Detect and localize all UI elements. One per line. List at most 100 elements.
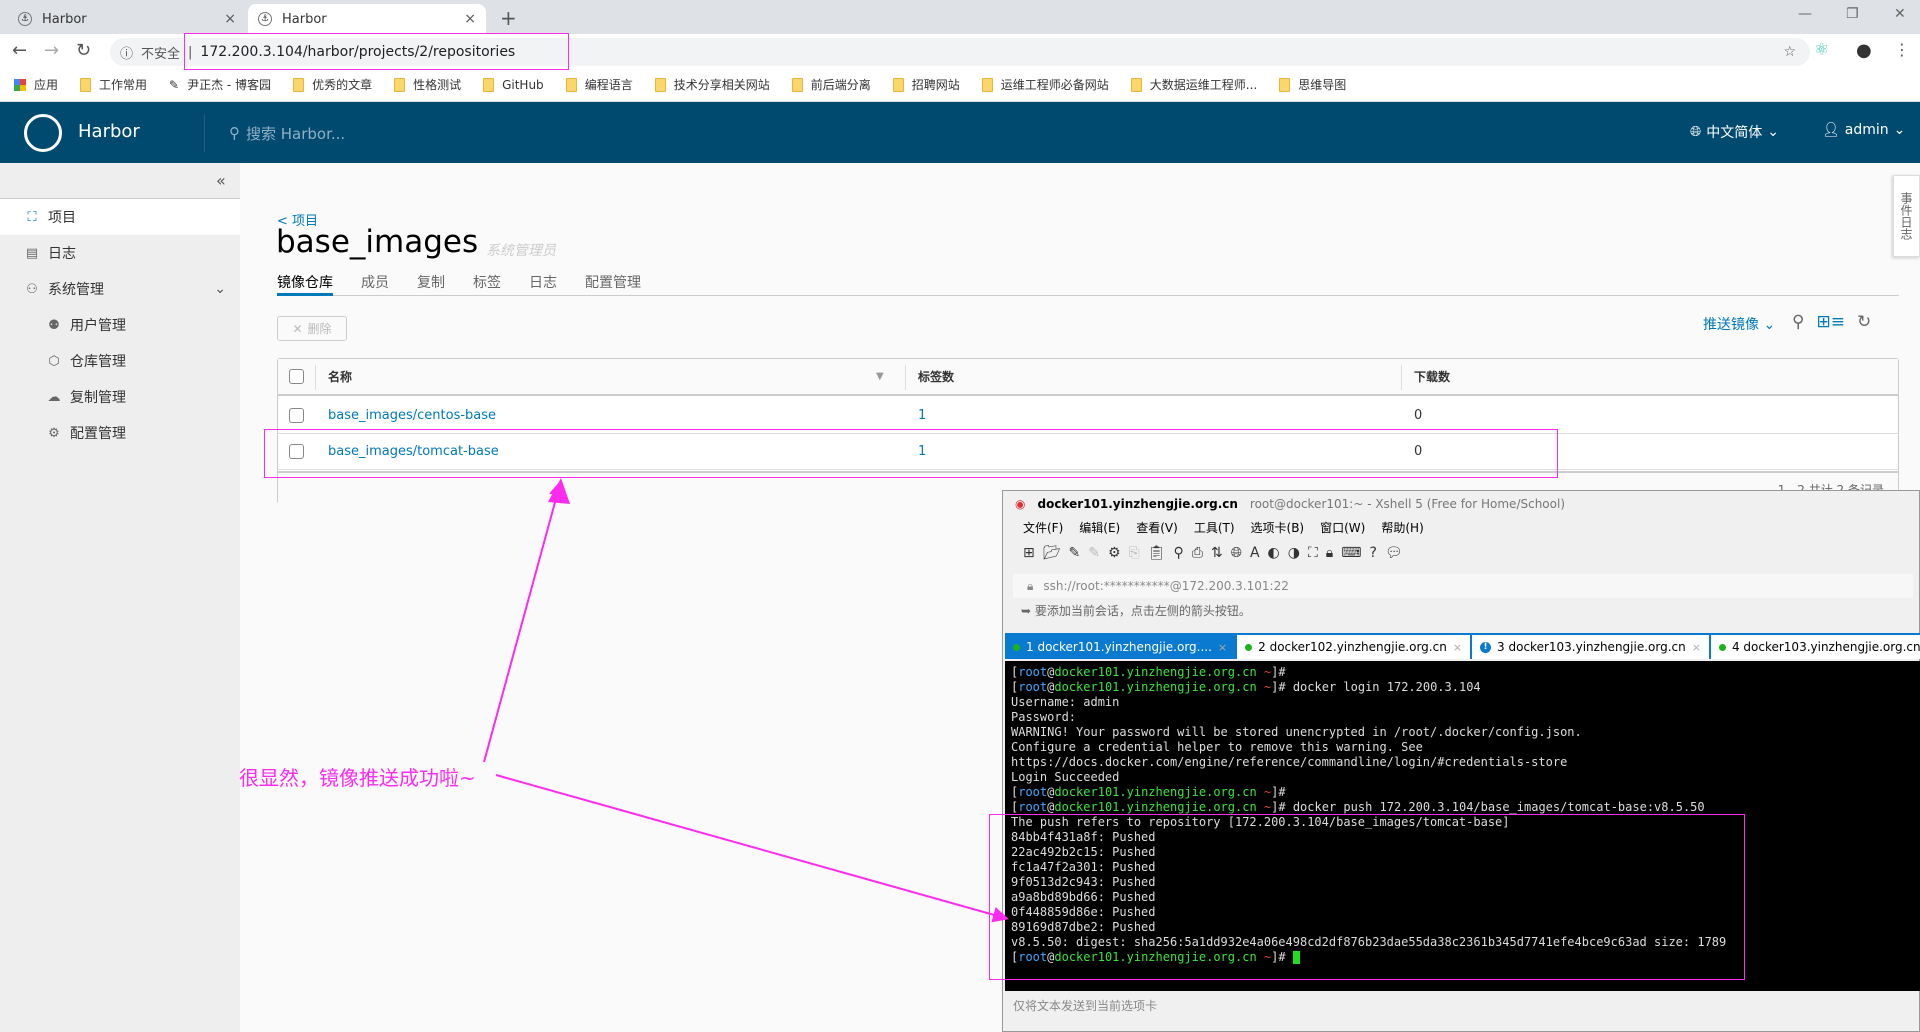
browser-tab[interactable]: ⚓ Harbor ×	[8, 4, 246, 34]
column-name[interactable]: 名称	[328, 359, 352, 394]
session-tab[interactable]: ! 3 docker103.yinzhengjie.org.cn ×	[1472, 635, 1709, 659]
close-tab-icon[interactable]: ×	[224, 11, 236, 27]
repository-link[interactable]: base_images/centos-base	[328, 398, 496, 433]
user-menu[interactable]: 👤︎ admin ⌄	[1822, 122, 1905, 138]
find-icon[interactable]: ⚲	[1174, 545, 1184, 561]
row-checkbox[interactable]	[289, 408, 304, 423]
sidebar-item-replication[interactable]: ☁ 复制管理	[0, 379, 240, 415]
keyboard-icon[interactable]: ⌨	[1341, 545, 1361, 561]
sidebar-item-logs[interactable]: ▤ 日志	[0, 235, 240, 271]
menu-window[interactable]: 窗口(W)	[1320, 519, 1365, 536]
properties-icon[interactable]: ⚙	[1108, 545, 1121, 561]
refresh-icon[interactable]: ↻	[1857, 312, 1871, 332]
globe-icon: 🌐︎	[1690, 124, 1702, 140]
browser-tab-active[interactable]: ⚓ Harbor ×	[248, 4, 486, 34]
session-tab[interactable]: 2 docker102.yinzhengjie.org.cn ×	[1237, 635, 1471, 659]
event-log-tab[interactable]: 事件日志	[1893, 175, 1920, 257]
tab-repositories[interactable]: 镜像仓库	[277, 268, 333, 296]
language-selector[interactable]: 🌐︎ 中文简体 ⌄	[1690, 122, 1779, 142]
delete-button[interactable]: ✕ 删除	[277, 316, 347, 341]
transfer-icon[interactable]: ⇅	[1211, 545, 1223, 561]
copy-icon[interactable]: ⎘	[1129, 545, 1140, 561]
minimize-icon[interactable]: —	[1798, 6, 1812, 22]
close-window-icon[interactable]: ✕	[1894, 6, 1906, 22]
tab-logs[interactable]: 日志	[529, 268, 557, 296]
back-icon[interactable]: ←	[12, 40, 27, 61]
menu-help[interactable]: 帮助(H)	[1381, 519, 1423, 536]
forward-icon[interactable]: →	[44, 40, 59, 61]
fullscreen-icon[interactable]: ⛶	[1308, 545, 1318, 561]
sidebar-item-admin[interactable]: ⚇ 系统管理 ⌄	[0, 271, 240, 307]
disconnect-icon[interactable]: ✎	[1088, 545, 1100, 561]
tab-members[interactable]: 成员	[361, 268, 389, 296]
arrow-icon[interactable]: ➥	[1021, 604, 1031, 618]
print-icon[interactable]: ⎙	[1192, 545, 1203, 561]
bookmark-star-icon[interactable]: ☆	[1783, 44, 1796, 60]
chat-icon[interactable]: 💬︎	[1385, 545, 1403, 561]
tab-config[interactable]: 配置管理	[585, 268, 641, 296]
tab-labels[interactable]: 标签	[473, 268, 501, 296]
new-session-icon[interactable]: ⊞	[1023, 545, 1035, 561]
push-image-dropdown[interactable]: 推送镜像 ⌄	[1703, 314, 1775, 334]
profile-icon[interactable]: ●	[1856, 40, 1872, 61]
bookmark-item[interactable]: 工作常用	[80, 76, 147, 93]
reconnect-icon[interactable]: ✎	[1069, 545, 1081, 561]
bookmark-item[interactable]: 优秀的文章	[293, 76, 372, 93]
sidebar-item-users[interactable]: ⚉ 用户管理	[0, 307, 240, 343]
global-search[interactable]: ⚲ 搜索 Harbor...	[204, 114, 345, 152]
paste-icon[interactable]: 📋︎	[1148, 545, 1166, 561]
close-tab-icon[interactable]: ×	[1218, 641, 1227, 654]
column-pulls[interactable]: 下载数	[1414, 359, 1450, 394]
help-icon[interactable]: ?	[1369, 545, 1376, 561]
bookmark-item[interactable]: 编程语言	[565, 76, 633, 93]
bookmark-item[interactable]: GitHub	[483, 77, 544, 92]
close-tab-icon[interactable]: ×	[464, 11, 476, 27]
sidebar-item-registries[interactable]: ⬡ 仓库管理	[0, 343, 240, 379]
brand-name[interactable]: Harbor	[78, 121, 140, 142]
font-icon[interactable]: A	[1250, 545, 1260, 561]
select-all-checkbox[interactable]	[289, 369, 304, 384]
menu-kebab-icon[interactable]: ⋮	[1894, 40, 1910, 59]
bookmark-item[interactable]: 思维导图	[1279, 76, 1346, 93]
bookmark-item[interactable]: ✎ 尹正杰 - 博客园	[169, 76, 271, 93]
session-tab[interactable]: 1 docker101.yinzhengjie.org.... ×	[1005, 635, 1236, 659]
terminal-text: WARNING! Your password will be stored un…	[1011, 725, 1582, 739]
divider	[315, 365, 316, 390]
collapse-sidebar-icon[interactable]: «	[216, 171, 226, 190]
extension-icon[interactable]: ⚛	[1814, 40, 1829, 60]
bookmark-item[interactable]: 应用	[14, 76, 58, 93]
filter-icon[interactable]: ▼	[876, 359, 884, 394]
send-input-bar[interactable]: 仅将文本发送到当前选项卡	[1013, 997, 1157, 1014]
menu-tools[interactable]: 工具(T)	[1194, 519, 1235, 536]
bookmark-item[interactable]: 前后端分离	[791, 76, 871, 93]
reload-icon[interactable]: ↻	[76, 40, 91, 61]
session-address-bar[interactable]: 🔒︎ ssh://root:***********@172.200.3.101:2…	[1013, 574, 1913, 598]
bookmark-item[interactable]: 技术分享相关网站	[654, 76, 770, 93]
close-tab-icon[interactable]: ×	[1692, 641, 1701, 654]
bookmark-item[interactable]: 大数据运维工程师...	[1130, 76, 1257, 93]
xftp-icon[interactable]: ◐	[1268, 545, 1280, 561]
bookmark-item[interactable]: 性格测试	[394, 76, 461, 93]
search-icon[interactable]: ⚲	[1792, 312, 1804, 332]
lock-icon[interactable]: 🔒︎	[1326, 545, 1333, 561]
close-tab-icon[interactable]: ×	[1453, 641, 1462, 654]
session-tab[interactable]: 4 docker103.yinzhengjie.org.cn×	[1710, 635, 1920, 659]
harbor-logo-icon[interactable]	[24, 114, 62, 152]
sidebar-item-config[interactable]: ⚙ 配置管理	[0, 415, 240, 451]
bookmark-item[interactable]: 招聘网站	[892, 76, 960, 93]
xmanager-icon[interactable]: ◑	[1288, 545, 1300, 561]
open-folder-icon[interactable]: 📂︎	[1043, 545, 1061, 561]
view-toggle-icon[interactable]: ⊞≡	[1816, 312, 1845, 332]
column-tags[interactable]: 标签数	[918, 359, 954, 394]
search-input[interactable]: 搜索 Harbor...	[246, 123, 345, 144]
new-tab-button[interactable]: +	[500, 6, 517, 30]
menu-edit[interactable]: 编辑(E)	[1079, 519, 1120, 536]
sidebar-item-projects[interactable]: ⛶ 项目	[0, 199, 240, 235]
globe-icon[interactable]: 🌐︎	[1231, 545, 1242, 561]
tab-replication[interactable]: 复制	[417, 268, 445, 296]
restore-icon[interactable]: ❐	[1846, 6, 1859, 22]
menu-file[interactable]: 文件(F)	[1023, 519, 1063, 536]
menu-tabs[interactable]: 选项卡(B)	[1251, 519, 1305, 536]
bookmark-item[interactable]: 运维工程师必备网站	[981, 76, 1109, 93]
menu-view[interactable]: 查看(V)	[1136, 519, 1178, 536]
